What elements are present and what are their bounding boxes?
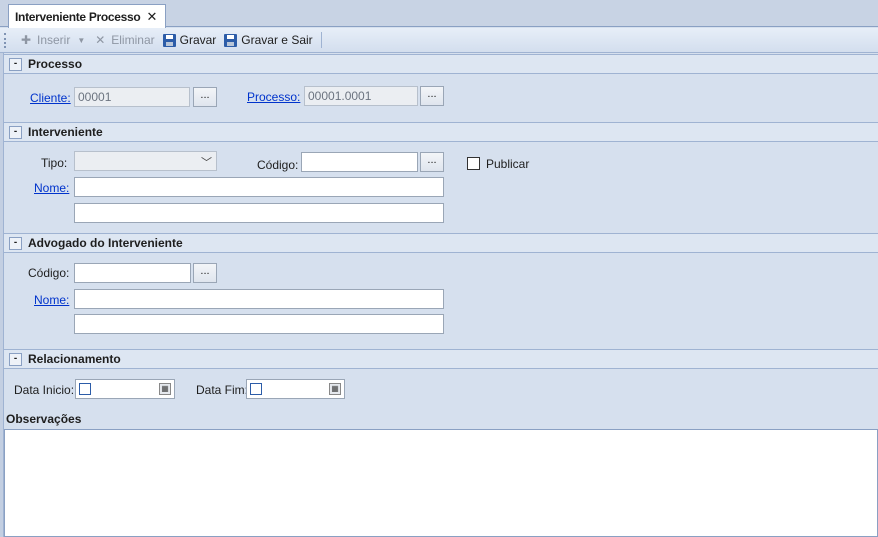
data-fim-label: Data Fim: <box>196 383 249 397</box>
advogado-codigo-label: Código: <box>28 266 70 280</box>
save-exit-label: Gravar e Sair <box>241 33 313 47</box>
processo-link[interactable]: Processo: <box>247 90 300 104</box>
data-inicio-checkbox[interactable] <box>79 383 91 395</box>
tab-strip: Interveniente Processo ✕ <box>0 0 878 28</box>
cliente-field[interactable]: 00001 <box>74 87 190 107</box>
toolbar-grip[interactable] <box>4 32 7 48</box>
data-fim-checkbox[interactable] <box>250 383 262 395</box>
advogado-nome-field[interactable] <box>74 289 444 309</box>
toolbar-separator <box>320 32 322 48</box>
processo-field[interactable]: 00001.0001 <box>304 86 418 106</box>
insert-button[interactable]: ✚ Inserir ▼ <box>15 29 89 51</box>
save-exit-button[interactable]: Gravar e Sair <box>220 29 316 51</box>
dropdown-arrow-icon[interactable]: ▼ <box>77 36 85 45</box>
insert-label: Inserir <box>37 33 71 47</box>
save-exit-disk-icon <box>224 33 238 47</box>
processo-browse-button[interactable]: ... <box>420 86 444 106</box>
advogado-codigo-browse-button[interactable]: ... <box>193 263 217 283</box>
interveniente-codigo-field[interactable] <box>301 152 418 172</box>
collapse-processo-button[interactable]: - <box>9 57 22 71</box>
data-inicio-picker[interactable]: ▦ <box>75 379 175 399</box>
cliente-browse-button[interactable]: ... <box>193 87 217 107</box>
delete-x-icon: ✕ <box>95 33 106 47</box>
save-button[interactable]: Gravar <box>159 29 221 51</box>
tab-label: Interveniente Processo <box>15 9 141 24</box>
close-icon[interactable]: ✕ <box>146 9 157 25</box>
plus-icon: ✚ <box>20 33 32 47</box>
collapse-interveniente-button[interactable]: - <box>9 125 22 139</box>
delete-button[interactable]: ✕ Eliminar <box>89 29 158 51</box>
calendar-icon[interactable]: ▦ <box>159 383 171 395</box>
section-advogado-header: - Advogado do Interveniente <box>4 233 878 253</box>
chevron-down-icon: ﹀ <box>201 157 212 169</box>
section-observacoes-title: Observações <box>6 412 82 426</box>
section-interveniente-title: Interveniente <box>28 125 103 139</box>
collapse-relacionamento-button[interactable]: - <box>9 352 22 366</box>
publicar-label: Publicar <box>486 157 530 171</box>
interveniente-nome2-field[interactable] <box>74 203 444 223</box>
data-inicio-label: Data Inicio: <box>14 383 75 397</box>
tipo-label: Tipo: <box>41 156 68 170</box>
section-relacionamento-header: - Relacionamento <box>4 349 878 369</box>
section-relacionamento-title: Relacionamento <box>28 352 121 366</box>
advogado-nome2-field[interactable] <box>74 314 444 334</box>
data-fim-picker[interactable]: ▦ <box>246 379 345 399</box>
tipo-select[interactable]: ﹀ <box>74 151 217 171</box>
observacoes-textarea[interactable] <box>4 429 878 537</box>
calendar-icon[interactable]: ▦ <box>329 383 341 395</box>
interveniente-codigo-browse-button[interactable]: ... <box>420 152 444 172</box>
cliente-link[interactable]: Cliente: <box>30 91 71 105</box>
codigo-label: Código: <box>257 158 299 172</box>
delete-label: Eliminar <box>111 33 155 47</box>
save-disk-icon <box>162 33 176 47</box>
save-label: Gravar <box>179 33 217 47</box>
section-processo-title: Processo <box>28 57 83 71</box>
tab-interveniente-processo[interactable]: Interveniente Processo ✕ <box>8 4 167 28</box>
interveniente-nome-link[interactable]: Nome: <box>34 181 69 195</box>
collapse-advogado-button[interactable]: - <box>9 236 22 250</box>
section-interveniente-header: - Interveniente <box>4 122 878 142</box>
section-observacoes-header: Observações <box>4 409 878 429</box>
toolbar: ✚ Inserir ▼ ✕ Eliminar Gravar Gravar e S… <box>0 28 878 53</box>
section-processo-header: - Processo <box>4 54 878 74</box>
interveniente-nome-field[interactable] <box>74 177 444 197</box>
publicar-checkbox[interactable] <box>467 157 480 170</box>
advogado-nome-link[interactable]: Nome: <box>34 293 69 307</box>
advogado-codigo-field[interactable] <box>74 263 191 283</box>
section-advogado-title: Advogado do Interveniente <box>28 236 183 250</box>
